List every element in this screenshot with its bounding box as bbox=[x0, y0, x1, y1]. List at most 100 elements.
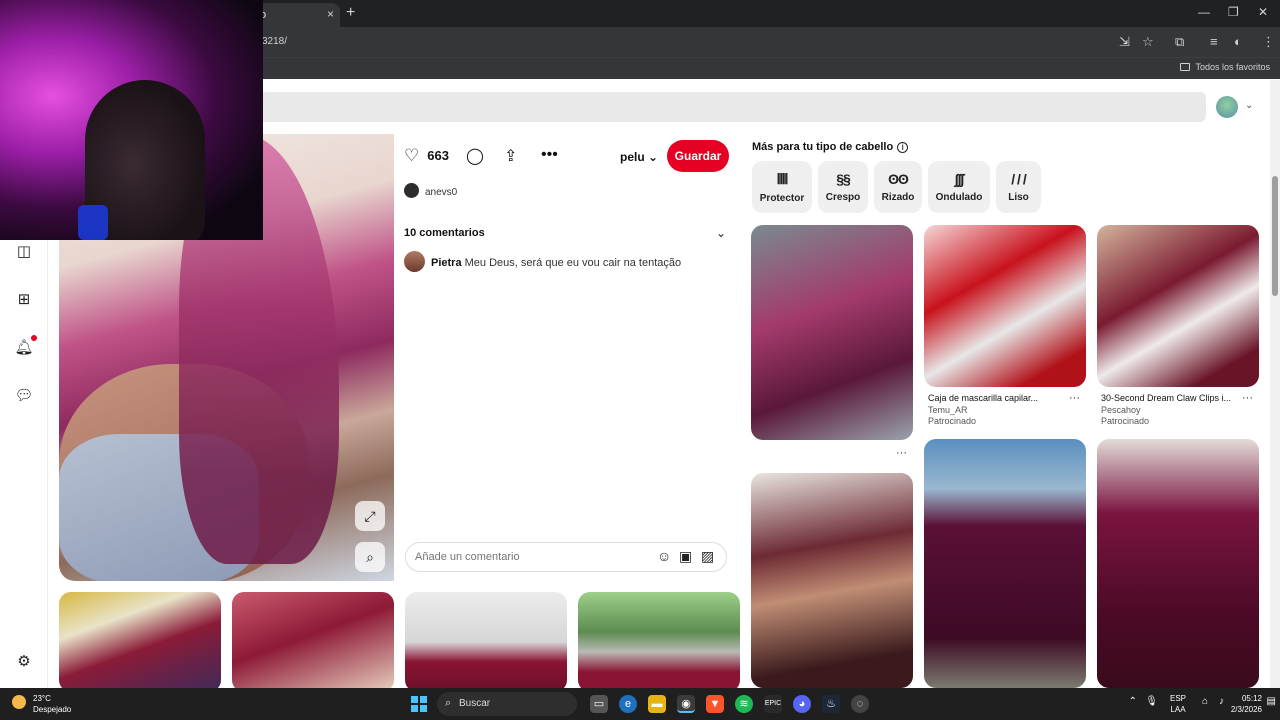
webcam-overlay bbox=[0, 0, 263, 240]
comments-header[interactable]: 10 comentarios bbox=[404, 227, 485, 239]
all-bookmarks-folder[interactable]: Todos los favoritos bbox=[1180, 62, 1270, 72]
weather-widget[interactable]: 23°C Despejado bbox=[12, 693, 71, 715]
clock[interactable]: 05:12 2/3/2026 bbox=[1231, 693, 1262, 715]
webcam-light bbox=[78, 205, 108, 240]
tile-source[interactable]: Pescahoy bbox=[1101, 405, 1141, 415]
chip-protector[interactable]: ⦀⦀ Protector bbox=[752, 161, 812, 213]
minimize-button[interactable]: — bbox=[1198, 5, 1210, 19]
pin-tile[interactable] bbox=[578, 592, 740, 692]
user-avatar[interactable] bbox=[1216, 96, 1238, 118]
browser-menu-icon[interactable]: ⋮ bbox=[1262, 34, 1275, 50]
account-chevron-down-icon[interactable]: ⌄ bbox=[1245, 100, 1253, 111]
emoji-icon[interactable]: ☺ bbox=[657, 548, 671, 564]
scrollbar-thumb[interactable] bbox=[1272, 176, 1278, 296]
show-hidden-icons-chevron-icon[interactable]: ⌃ bbox=[1129, 696, 1137, 707]
bookmark-folder-label: Todos los favoritos bbox=[1195, 62, 1270, 72]
board-selector[interactable]: pelu ⌄ bbox=[620, 150, 658, 164]
pin-tile[interactable] bbox=[405, 592, 567, 692]
info-icon[interactable]: i bbox=[897, 142, 909, 153]
new-tab-button[interactable]: + bbox=[346, 4, 355, 22]
profile-icon[interactable]: ◐ bbox=[1234, 34, 1242, 49]
expand-image-icon[interactable]: ⤢ bbox=[355, 501, 385, 531]
share-icon[interactable]: ⇪ bbox=[504, 146, 517, 166]
taskbar-search[interactable]: ⌕ Buscar bbox=[437, 692, 577, 716]
pin-author[interactable]: anevs0 bbox=[404, 183, 457, 198]
language-indicator[interactable]: ESP LAA bbox=[1170, 693, 1186, 715]
like-button[interactable]: ♡ 663 bbox=[404, 146, 449, 166]
lang-code: ESP bbox=[1169, 694, 1186, 703]
search-label: Buscar bbox=[459, 698, 491, 709]
brave-icon[interactable]: ▼ bbox=[706, 695, 724, 713]
close-window-button[interactable]: ✕ bbox=[1258, 5, 1268, 19]
extensions-icon[interactable]: ⧉ bbox=[1175, 34, 1184, 50]
search-icon: ⌕ bbox=[445, 697, 452, 709]
create-icon[interactable]: ⊞ bbox=[14, 290, 34, 310]
visual-search-icon[interactable]: ⌕ bbox=[355, 542, 385, 572]
install-app-icon[interactable]: ⇲ bbox=[1119, 34, 1130, 50]
pin-tile[interactable] bbox=[1097, 439, 1259, 688]
file-explorer-icon[interactable]: ▬ bbox=[648, 695, 666, 713]
pin-tile[interactable] bbox=[751, 225, 913, 440]
page-scrollbar[interactable] bbox=[1270, 80, 1280, 688]
tile-title[interactable]: 30-Second Dream Claw Clips i... bbox=[1101, 393, 1231, 403]
sponsored-tile-image[interactable] bbox=[1097, 225, 1259, 387]
pin-tile[interactable] bbox=[924, 439, 1086, 688]
steam-icon[interactable]: ♨ bbox=[822, 695, 840, 713]
address-bar[interactable]: 3218/ bbox=[262, 36, 287, 47]
chip-liso[interactable]: / / / Liso bbox=[996, 161, 1041, 213]
edge-icon[interactable]: e bbox=[619, 695, 637, 713]
media-control-icon[interactable]: ≡ bbox=[1210, 34, 1218, 49]
comment-author[interactable]: Pietra bbox=[431, 257, 462, 269]
comment-bubble-icon[interactable]: ◯ bbox=[466, 146, 484, 166]
chrome-icon[interactable]: ◉ bbox=[677, 695, 695, 713]
weather-temperature: 23°C bbox=[33, 694, 51, 703]
comment-text: Meu Deus, será que eu vou cair na tentaç… bbox=[464, 257, 682, 269]
comment-input[interactable] bbox=[415, 549, 645, 565]
pin-tile[interactable] bbox=[232, 592, 394, 692]
pin-tile[interactable] bbox=[59, 592, 221, 692]
more-options-icon[interactable]: ··· bbox=[896, 447, 907, 459]
app-icon[interactable]: ◌ bbox=[851, 695, 869, 713]
weather-moon-icon bbox=[12, 695, 26, 709]
windows-start-icon[interactable] bbox=[411, 696, 427, 712]
chip-crespo[interactable]: §§ Crespo bbox=[818, 161, 868, 213]
board-name: pelu bbox=[620, 150, 645, 164]
more-options-icon[interactable]: ··· bbox=[1069, 392, 1080, 404]
boards-icon[interactable]: ◫ bbox=[14, 242, 34, 262]
wavy-curl-hair-icon: ʘʘ bbox=[888, 171, 909, 187]
like-count: 663 bbox=[427, 148, 449, 163]
search-bar[interactable] bbox=[250, 92, 1206, 122]
straight-hair-icon: / / / bbox=[1011, 171, 1026, 187]
messages-icon[interactable]: 💬︎ bbox=[14, 386, 34, 406]
sticker-icon[interactable]: ▣ bbox=[679, 548, 692, 565]
network-icon[interactable]: ⌂ bbox=[1202, 696, 1208, 707]
sponsored-tile-image[interactable] bbox=[924, 225, 1086, 387]
task-view-icon[interactable]: ▭ bbox=[590, 695, 608, 713]
wavy-hair-icon: ∫∫∫ bbox=[954, 171, 965, 187]
lang-layout: LAA bbox=[1170, 705, 1186, 714]
settings-gear-icon[interactable]: ⚙ bbox=[14, 652, 34, 672]
pin-tile[interactable] bbox=[751, 473, 913, 688]
browser-tab[interactable]: o × bbox=[250, 3, 340, 27]
bookmark-star-icon[interactable]: ☆ bbox=[1142, 34, 1154, 50]
epic-games-icon[interactable]: EPIC bbox=[764, 695, 782, 713]
image-upload-icon[interactable]: ▨ bbox=[701, 548, 714, 565]
volume-icon[interactable]: ♪ bbox=[1219, 696, 1224, 707]
tab-close-icon[interactable]: × bbox=[327, 7, 334, 21]
discord-icon[interactable]: ◕ bbox=[793, 695, 811, 713]
save-button[interactable]: Guardar bbox=[667, 140, 729, 172]
protector-hair-icon: ⦀⦀ bbox=[776, 171, 788, 187]
tile-title[interactable]: Caja de mascarilla capilar... bbox=[928, 393, 1038, 403]
notifications-bell-icon[interactable]: 🔔︎ bbox=[14, 338, 34, 358]
tile-source[interactable]: Temu_AR bbox=[928, 405, 968, 415]
spotify-icon[interactable]: ≋ bbox=[735, 695, 753, 713]
more-options-icon[interactable]: ··· bbox=[1242, 392, 1253, 404]
maximize-button[interactable]: ❐ bbox=[1228, 5, 1239, 19]
microphone-icon[interactable]: 🎙︎ bbox=[1145, 696, 1158, 707]
more-options-icon[interactable]: ••• bbox=[541, 146, 558, 164]
chip-label: Protector bbox=[759, 193, 805, 204]
chip-ondulado[interactable]: ∫∫∫ Ondulado bbox=[928, 161, 990, 213]
comments-chevron-down-icon[interactable]: ⌄ bbox=[716, 226, 726, 240]
chip-rizado[interactable]: ʘʘ Rizado bbox=[874, 161, 922, 213]
notifications-icon[interactable]: ▤ bbox=[1267, 696, 1276, 707]
